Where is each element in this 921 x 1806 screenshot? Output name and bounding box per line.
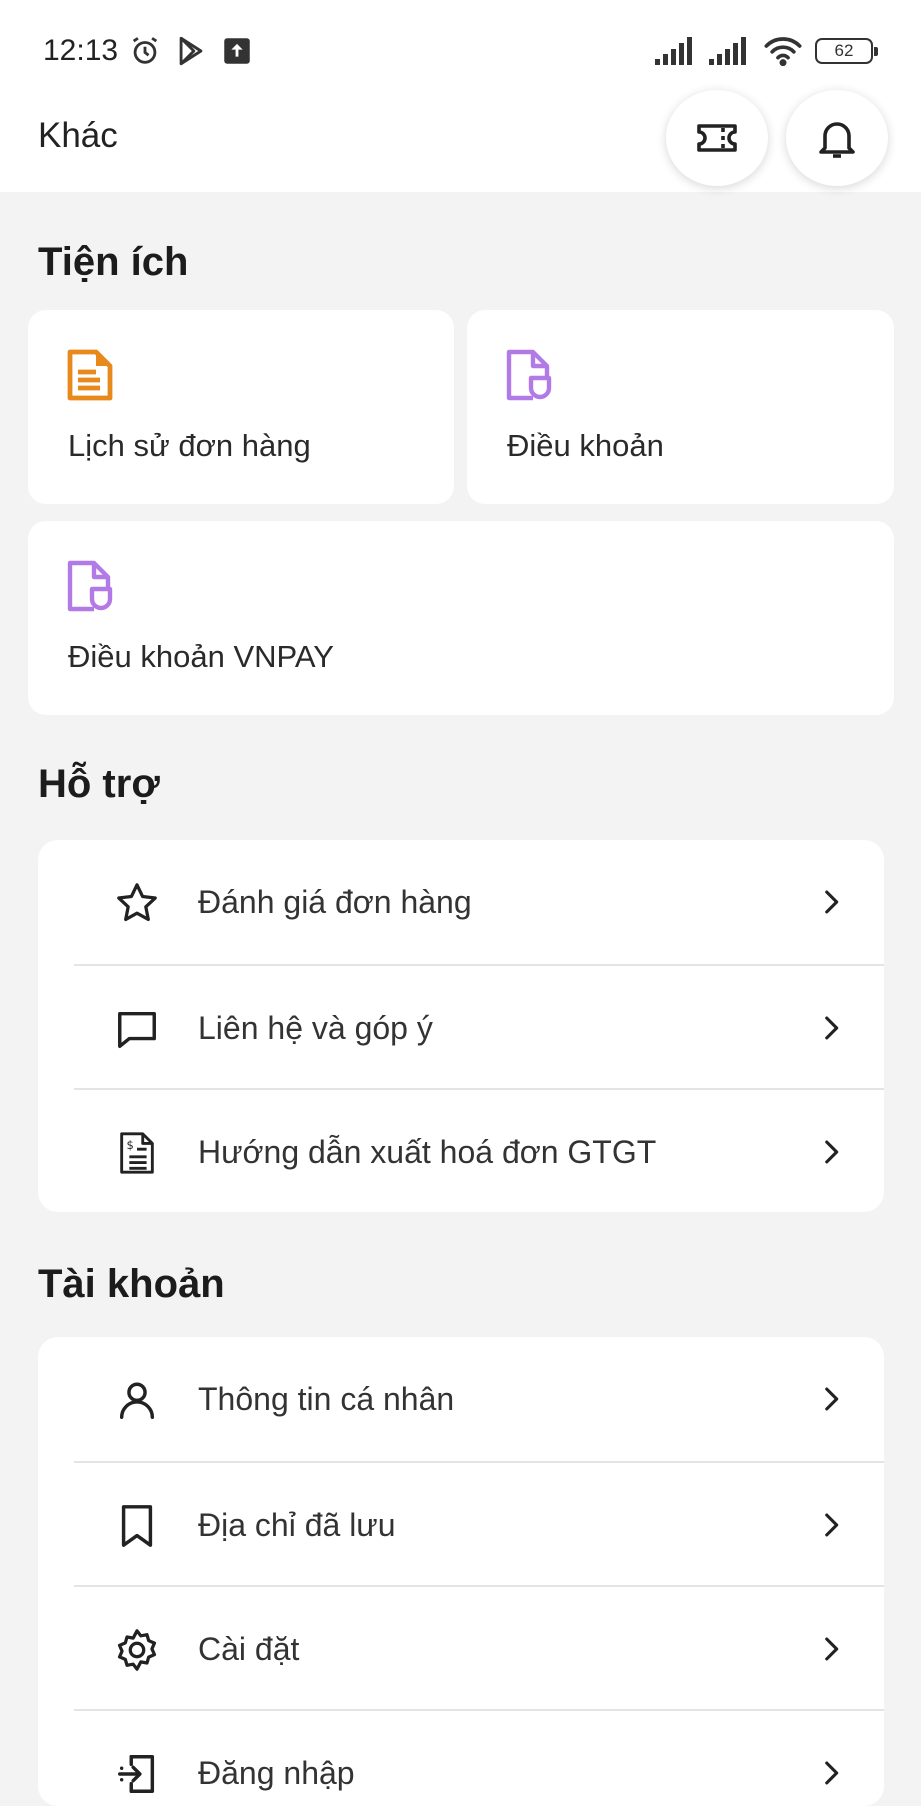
list-item-label: Liên hệ và góp ý [198,1010,433,1046]
section-title-support: Hỗ trợ [38,762,160,806]
chevron-right-icon [814,1631,848,1667]
chevron-right-icon [814,1134,848,1170]
tile-label: Lịch sử đơn hàng [68,428,311,463]
account-list: Thông tin cá nhân Địa chỉ đã lưu Cài đặt… [38,1337,884,1806]
signal-icon [709,37,751,65]
tile-label: Điều khoản [507,428,664,463]
chevron-right-icon [814,1755,848,1791]
gear-icon [114,1627,160,1673]
list-item-saved-addresses[interactable]: Địa chỉ đã lưu [74,1461,884,1585]
tile-label: Điều khoản VNPAY [68,639,334,674]
voucher-icon [693,114,741,162]
list-item-label: Thông tin cá nhân [198,1381,455,1417]
chevron-right-icon [814,1381,848,1417]
signal-icon [655,37,697,65]
list-item-contact-feedback[interactable]: Liên hệ và góp ý [74,964,884,1088]
bookmark-icon [114,1503,160,1549]
login-icon [114,1751,160,1797]
chevron-right-icon [814,1010,848,1046]
play-store-icon [174,34,208,68]
status-bar: 12:13 62 [0,0,921,96]
terms-document-icon [66,559,114,613]
list-item-label: Đăng nhập [198,1755,355,1791]
alarm-icon [128,34,162,68]
list-item-rate-order[interactable]: Đánh giá đơn hàng [38,840,884,964]
tile-order-history[interactable]: Lịch sử đơn hàng [28,310,454,504]
list-item-label: Đánh giá đơn hàng [198,884,472,920]
upload-icon [220,34,254,68]
wifi-icon [763,36,803,66]
bell-icon [813,114,861,162]
notification-button[interactable] [786,90,888,186]
svg-text:$: $ [126,1138,133,1152]
user-icon [114,1377,160,1423]
battery-icon: 62 [815,38,878,64]
list-item-login[interactable]: Đăng nhập [74,1709,884,1806]
chevron-right-icon [814,1507,848,1543]
list-item-vat-invoice-guide[interactable]: $ Hướng dẫn xuất hoá đơn GTGT [74,1088,884,1212]
list-item-settings[interactable]: Cài đặt [74,1585,884,1709]
chevron-right-icon [814,884,848,920]
page-title: Khác [38,116,118,155]
list-item-label: Địa chỉ đã lưu [198,1507,396,1543]
support-list: Đánh giá đơn hàng Liên hệ và góp ý $ Hướ… [38,840,884,1212]
order-history-icon [66,348,114,402]
section-title-utilities: Tiện ích [38,240,189,284]
status-time: 12:13 [43,34,119,67]
chat-icon [114,1006,160,1052]
list-item-label: Hướng dẫn xuất hoá đơn GTGT [198,1134,657,1170]
list-item-label: Cài đặt [198,1631,300,1667]
terms-document-icon [505,348,553,402]
voucher-button[interactable] [666,90,768,186]
tile-terms-vnpay[interactable]: Điều khoản VNPAY [28,521,894,715]
tile-terms[interactable]: Điều khoản [467,310,894,504]
star-icon [114,880,160,926]
section-title-account: Tài khoản [38,1262,225,1306]
list-item-personal-info[interactable]: Thông tin cá nhân [38,1337,884,1461]
invoice-icon: $ [114,1130,160,1176]
